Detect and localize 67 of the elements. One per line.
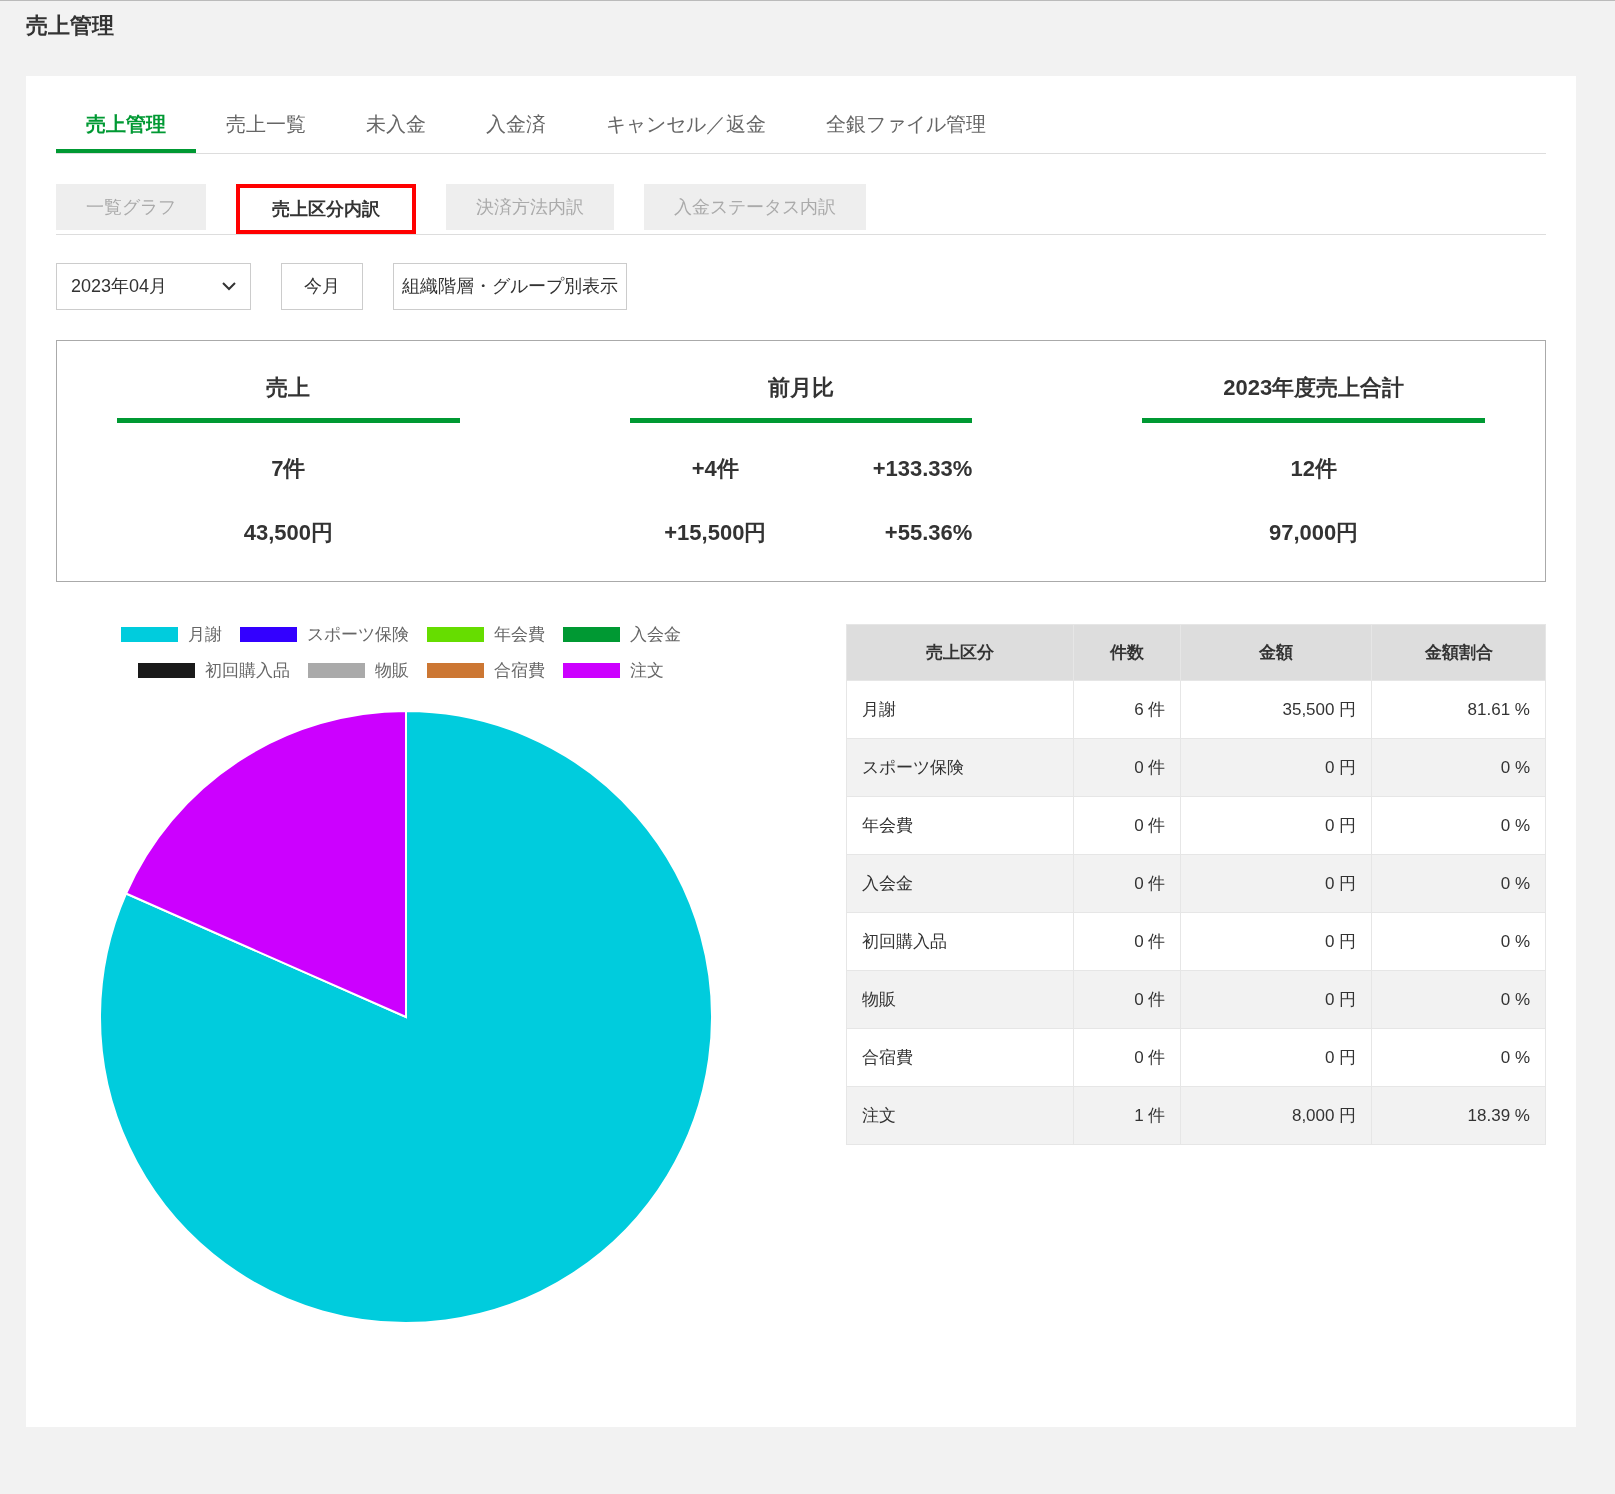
month-select[interactable]: 2023年04月 bbox=[56, 263, 251, 310]
column-header: 金額 bbox=[1180, 624, 1372, 681]
table-cell: 81.61 % bbox=[1371, 680, 1546, 739]
legend-label: 年会費 bbox=[494, 624, 545, 646]
table-cell: 0 円 bbox=[1180, 1028, 1372, 1087]
legend-label: 初回購入品 bbox=[205, 659, 290, 682]
table-cell: 0 % bbox=[1371, 796, 1546, 855]
summary-value: 7件 bbox=[271, 454, 306, 483]
table-cell: 月謝 bbox=[846, 680, 1074, 739]
table-cell: 8,000 円 bbox=[1180, 1086, 1372, 1145]
table-cell: 0 % bbox=[1371, 1028, 1546, 1087]
table-cell: 0 円 bbox=[1180, 912, 1372, 971]
page-title: 売上管理 bbox=[26, 12, 115, 40]
table-cell: スポーツ保険 bbox=[846, 738, 1074, 797]
summary-title: 2023年度売上合計 bbox=[1142, 371, 1485, 423]
table-cell: 18.39 % bbox=[1371, 1086, 1546, 1145]
summary-value: +133.33% bbox=[871, 454, 973, 483]
table-cell: 初回購入品 bbox=[846, 912, 1074, 971]
action-button[interactable]: 組織階層・グループ別表示 bbox=[393, 263, 627, 310]
table-cell: 入会金 bbox=[846, 854, 1074, 913]
summary-value: 12件 bbox=[1290, 454, 1337, 483]
table-cell: 35,500 円 bbox=[1180, 680, 1372, 739]
summary-value: 97,000円 bbox=[1269, 518, 1359, 547]
nav-tab[interactable]: 未入金 bbox=[336, 109, 456, 153]
table-cell: 年会費 bbox=[846, 796, 1074, 855]
column-header: 金額割合 bbox=[1371, 624, 1546, 681]
legend-label: スポーツ保険 bbox=[307, 624, 409, 646]
table-cell: 注文 bbox=[846, 1086, 1074, 1145]
legend-label: 月謝 bbox=[188, 624, 222, 646]
table-cell: 0 件 bbox=[1073, 796, 1181, 855]
table-cell: 物販 bbox=[846, 970, 1074, 1029]
table-cell: 0 % bbox=[1371, 854, 1546, 913]
summary-title: 前月比 bbox=[629, 371, 973, 423]
nav-tab[interactable]: 売上管理 bbox=[56, 109, 196, 153]
summary-value: 43,500円 bbox=[243, 518, 333, 547]
summary-value: +4件 bbox=[690, 454, 740, 483]
column-header: 売上区分 bbox=[846, 624, 1074, 681]
table-cell: 0 件 bbox=[1073, 1028, 1181, 1087]
legend-label: 合宿費 bbox=[494, 659, 545, 682]
table-cell: 0 % bbox=[1371, 970, 1546, 1029]
table-cell: 0 % bbox=[1371, 738, 1546, 797]
legend-label: 注文 bbox=[630, 659, 664, 682]
legend-label: 入会金 bbox=[630, 624, 681, 646]
table-cell: 0 円 bbox=[1180, 854, 1372, 913]
nav-tab[interactable]: キャンセル／返金 bbox=[576, 109, 796, 153]
summary-title: 売上 bbox=[117, 371, 460, 423]
legend-label: 物販 bbox=[375, 659, 409, 682]
table-cell: 0 円 bbox=[1180, 970, 1372, 1029]
table-cell: 0 件 bbox=[1073, 912, 1181, 971]
action-button[interactable]: 今月 bbox=[281, 263, 363, 310]
table-cell: 0 円 bbox=[1180, 738, 1372, 797]
table-cell: 1 件 bbox=[1073, 1086, 1181, 1145]
column-header: 件数 bbox=[1073, 624, 1181, 681]
nav-tab[interactable]: 売上一覧 bbox=[196, 109, 336, 153]
chevron-down-icon bbox=[222, 282, 236, 291]
summary-value: +55.36% bbox=[883, 518, 973, 547]
table-cell: 0 % bbox=[1371, 912, 1546, 971]
table-cell: 0 円 bbox=[1180, 796, 1372, 855]
table-cell: 0 件 bbox=[1073, 738, 1181, 797]
sub-tab[interactable]: 売上区分内訳 bbox=[236, 184, 416, 234]
nav-tab[interactable]: 入金済 bbox=[456, 109, 576, 153]
table-cell: 0 件 bbox=[1073, 970, 1181, 1029]
table-cell: 0 件 bbox=[1073, 854, 1181, 913]
table-cell: 合宿費 bbox=[846, 1028, 1074, 1087]
nav-tab[interactable]: 全銀ファイル管理 bbox=[796, 109, 1016, 153]
table-cell: 6 件 bbox=[1073, 680, 1181, 739]
summary-value: +15,500円 bbox=[663, 518, 768, 547]
